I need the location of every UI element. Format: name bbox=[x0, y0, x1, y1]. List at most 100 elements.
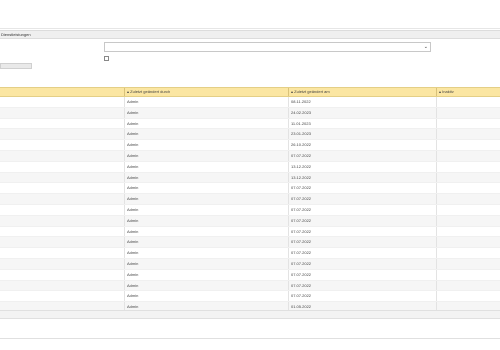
cell-divider bbox=[124, 97, 125, 107]
table-row[interactable]: Admin 07.07.2022 bbox=[0, 204, 500, 216]
cell-changed-on: 07.07.2022 bbox=[291, 206, 312, 212]
filter-select[interactable]: ⌄ bbox=[104, 42, 431, 52]
cell-divider bbox=[288, 215, 289, 226]
table-row[interactable]: Admin 11.01.2023 bbox=[0, 118, 500, 130]
cell-divider bbox=[288, 226, 289, 237]
cell-divider bbox=[124, 107, 125, 118]
cell-divider bbox=[288, 258, 289, 269]
table-row[interactable]: Admin 23.01.2023 bbox=[0, 129, 500, 141]
cell-divider bbox=[124, 118, 125, 129]
cell-changed-on: 13.12.2022 bbox=[291, 174, 312, 180]
cell-divider bbox=[124, 150, 125, 161]
cell-divider bbox=[124, 280, 125, 291]
column-separator[interactable] bbox=[124, 88, 125, 96]
cell-changed-on: 07.07.2022 bbox=[291, 152, 312, 158]
table-row[interactable]: Admin 07.07.2022 bbox=[0, 269, 500, 281]
cell-divider bbox=[124, 258, 125, 269]
side-button[interactable] bbox=[0, 63, 32, 69]
cell-changed-on: 23.01.2023 bbox=[291, 131, 312, 137]
cell-divider bbox=[288, 97, 289, 107]
cell-divider bbox=[436, 97, 437, 107]
table-row[interactable]: Admin 13.12.2022 bbox=[0, 161, 500, 173]
cell-divider bbox=[288, 107, 289, 118]
cell-changed-by: Admin bbox=[127, 109, 139, 115]
table-row[interactable]: Admin 08.11.2022 bbox=[0, 97, 500, 108]
column-header-inactive[interactable]: ▴ Inaktiv bbox=[439, 88, 454, 96]
cell-changed-on: 08.11.2022 bbox=[291, 99, 311, 104]
table-row[interactable]: Admin 26.10.2022 bbox=[0, 140, 500, 151]
cell-divider bbox=[436, 215, 437, 226]
cell-divider bbox=[288, 150, 289, 161]
divider bbox=[0, 338, 500, 339]
cell-changed-on: 07.07.2022 bbox=[291, 239, 312, 245]
table-row[interactable]: Admin 07.07.2022 bbox=[0, 291, 500, 303]
chevron-down-icon[interactable]: ⌄ bbox=[424, 44, 428, 51]
cell-changed-by: Admin bbox=[127, 250, 139, 256]
grid-header: ▴ Zuletzt geändert durch ▴ Zuletzt geänd… bbox=[0, 87, 500, 97]
cell-divider bbox=[436, 118, 437, 129]
sort-icon: ▴ bbox=[291, 89, 294, 94]
cell-divider bbox=[288, 129, 289, 140]
column-header-changed-by[interactable]: ▴ Zuletzt geändert durch bbox=[127, 88, 170, 96]
table-row[interactable]: Admin 07.07.2022 bbox=[0, 150, 500, 162]
section-header: Dienstleistungen bbox=[0, 30, 500, 39]
cell-divider bbox=[436, 140, 437, 150]
cell-changed-by: Admin bbox=[127, 271, 139, 277]
cell-divider bbox=[288, 118, 289, 129]
cell-divider bbox=[436, 204, 437, 215]
cell-divider bbox=[124, 269, 125, 280]
filter-checkbox[interactable] bbox=[104, 56, 109, 61]
cell-divider bbox=[288, 194, 289, 204]
cell-divider bbox=[436, 248, 437, 258]
cell-changed-by: Admin bbox=[127, 206, 139, 212]
cell-changed-on: 11.01.2023 bbox=[291, 120, 311, 126]
table-row[interactable]: Admin 07.07.2022 bbox=[0, 226, 500, 238]
cell-divider bbox=[436, 129, 437, 140]
cell-divider bbox=[436, 172, 437, 183]
column-header-changed-on[interactable]: ▴ Zuletzt geändert am bbox=[291, 88, 330, 96]
cell-divider bbox=[124, 172, 125, 183]
cell-changed-by: Admin bbox=[127, 185, 139, 191]
cell-changed-by: Admin bbox=[127, 152, 139, 158]
cell-divider bbox=[436, 150, 437, 161]
table-row[interactable]: Admin 07.07.2022 bbox=[0, 258, 500, 270]
cell-divider bbox=[124, 194, 125, 204]
table-row[interactable]: Admin 07.07.2022 bbox=[0, 280, 500, 292]
cell-divider bbox=[288, 183, 289, 194]
cell-divider bbox=[436, 183, 437, 194]
sort-icon: ▴ bbox=[439, 89, 442, 94]
table-row[interactable]: Admin 07.07.2022 bbox=[0, 183, 500, 195]
cell-divider bbox=[124, 161, 125, 172]
table-row[interactable]: Admin 07.07.2022 bbox=[0, 215, 500, 227]
cell-changed-by: Admin bbox=[127, 217, 139, 223]
cell-divider bbox=[124, 129, 125, 140]
column-separator[interactable] bbox=[436, 88, 437, 96]
cell-divider bbox=[288, 172, 289, 183]
cell-divider bbox=[436, 194, 437, 204]
table-row[interactable]: Admin 07.07.2022 bbox=[0, 194, 500, 205]
cell-divider bbox=[124, 248, 125, 258]
sort-icon: ▴ bbox=[127, 89, 130, 94]
cell-changed-by: Admin bbox=[127, 99, 139, 104]
cell-changed-on: 07.07.2022 bbox=[291, 185, 312, 191]
cell-changed-on: 07.07.2022 bbox=[291, 196, 312, 202]
data-grid: ▴ Zuletzt geändert durch ▴ Zuletzt geänd… bbox=[0, 87, 500, 313]
cell-divider bbox=[436, 107, 437, 118]
cell-divider bbox=[124, 226, 125, 237]
cell-divider bbox=[124, 204, 125, 215]
cell-divider bbox=[124, 237, 125, 248]
cell-changed-by: Admin bbox=[127, 260, 139, 266]
column-separator[interactable] bbox=[288, 88, 289, 96]
cell-divider bbox=[436, 237, 437, 248]
table-row[interactable]: Admin 13.12.2022 bbox=[0, 172, 500, 184]
cell-divider bbox=[436, 226, 437, 237]
cell-changed-on: 07.07.2022 bbox=[291, 250, 312, 256]
cell-changed-by: Admin bbox=[127, 196, 139, 202]
cell-changed-on: 07.07.2022 bbox=[291, 282, 312, 288]
table-row[interactable]: Admin 07.07.2022 bbox=[0, 248, 500, 259]
cell-changed-by: Admin bbox=[127, 239, 139, 245]
cell-divider bbox=[288, 237, 289, 248]
table-row[interactable]: Admin 07.07.2022 bbox=[0, 237, 500, 249]
table-row[interactable]: Admin 24.02.2023 bbox=[0, 107, 500, 119]
grid-body: Admin 08.11.2022 Admin 24.02.2023 Admin 11.01… bbox=[0, 97, 500, 313]
